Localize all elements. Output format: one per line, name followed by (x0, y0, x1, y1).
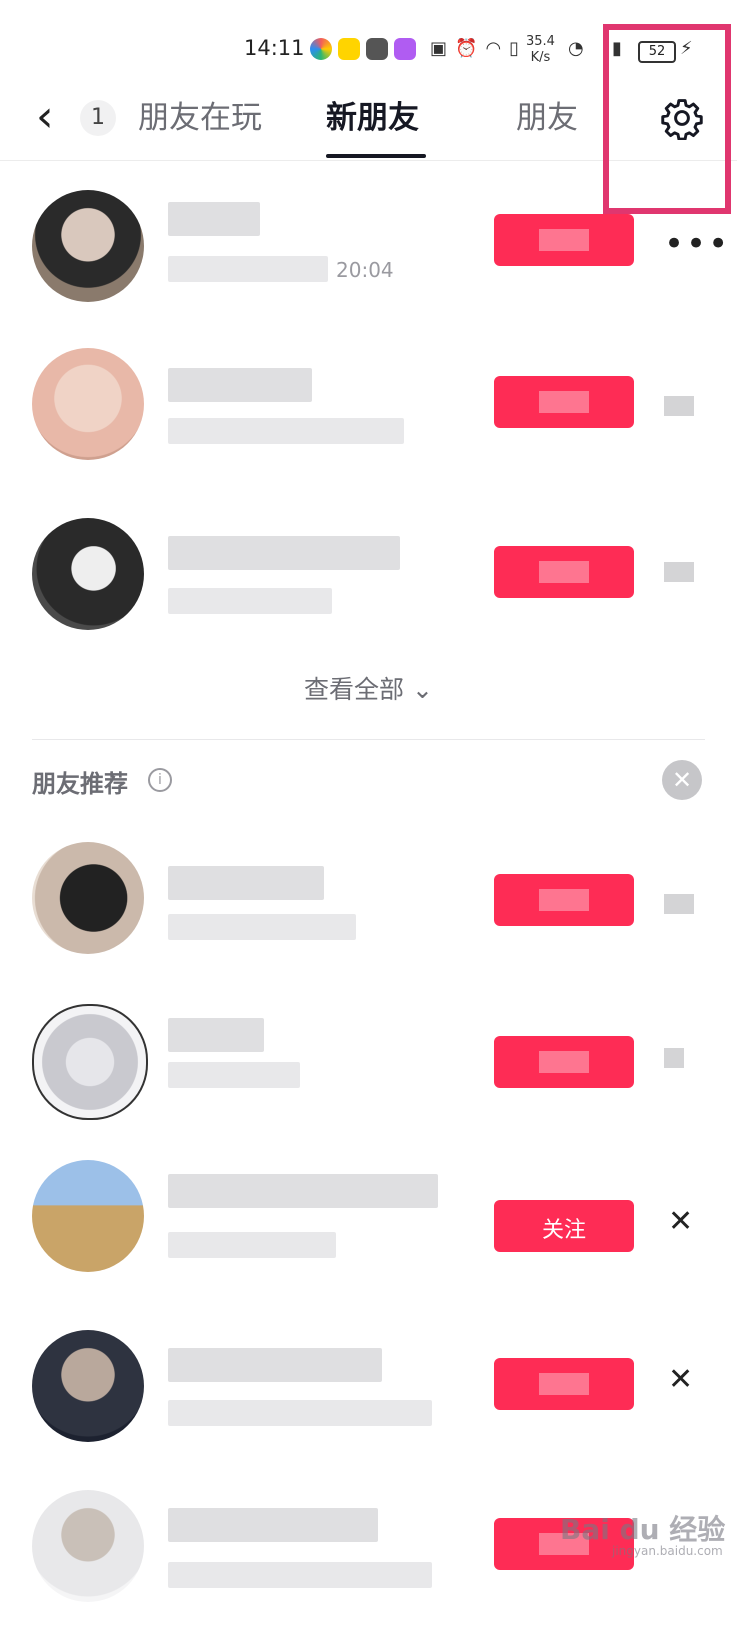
more-icon[interactable] (664, 396, 694, 416)
close-icon[interactable]: ✕ (668, 1362, 693, 1397)
follow-button[interactable] (494, 376, 634, 428)
wifi-icon: ◔ (568, 38, 584, 59)
app-icon (394, 38, 416, 60)
list-item[interactable] (0, 832, 737, 982)
follow-button[interactable] (494, 214, 634, 266)
follow-button[interactable] (494, 1358, 634, 1410)
nfc-icon: ▣ (430, 38, 448, 59)
avatar[interactable] (32, 518, 144, 630)
avatar[interactable] (32, 1490, 144, 1602)
section-title: 朋友推荐 (32, 770, 128, 798)
tab-friends-playing[interactable]: 朋友在玩 (138, 98, 262, 138)
app-icon (366, 38, 388, 60)
user-name (168, 866, 324, 900)
avatar[interactable] (32, 190, 144, 302)
list-item[interactable]: ✕ (0, 1318, 737, 1468)
user-name (168, 536, 400, 570)
avatar[interactable] (32, 1160, 144, 1272)
section-divider (32, 739, 705, 740)
user-name (168, 1508, 378, 1542)
headphones-icon: ◠ (485, 38, 502, 59)
avatar[interactable] (32, 1004, 148, 1120)
chevron-down-icon: ⌄ (412, 675, 433, 704)
more-icon[interactable] (664, 562, 694, 582)
watermark-url: jingyan.baidu.com (612, 1544, 723, 1558)
list-item[interactable] (0, 506, 737, 656)
user-name (168, 368, 312, 402)
user-subtitle (168, 1062, 300, 1088)
follow-button[interactable] (494, 546, 634, 598)
user-name (168, 1018, 264, 1052)
close-icon[interactable]: ✕ (662, 760, 702, 800)
status-system-icons: ▣ ⏰ ◠ ▯ (430, 38, 519, 60)
follow-button[interactable] (494, 1036, 634, 1088)
network-speed-unit: K/s (530, 50, 551, 65)
user-subtitle (168, 1562, 432, 1588)
see-all-link[interactable]: 查看全部 ⌄ (0, 670, 737, 706)
follow-button[interactable] (494, 874, 634, 926)
tab-new-friends[interactable]: 新朋友 (326, 98, 419, 138)
close-icon[interactable]: ✕ (668, 1204, 693, 1239)
user-name (168, 1174, 438, 1208)
user-subtitle (168, 914, 356, 940)
status-time: 14:11 (244, 36, 305, 60)
active-tab-indicator (326, 154, 426, 158)
alarm-icon: ⏰ (455, 38, 478, 59)
status-app-icons (310, 38, 416, 60)
user-subtitle (168, 1232, 336, 1258)
dismiss-button[interactable] (664, 1048, 684, 1068)
follow-button[interactable]: 关注 (494, 1200, 634, 1252)
follow-button-label: 关注 (541, 1218, 586, 1243)
unread-badge[interactable]: 1 (80, 100, 116, 136)
avatar[interactable] (32, 348, 144, 460)
more-icon[interactable]: ••• (664, 224, 730, 264)
watermark: Bai du 经验 (560, 1513, 726, 1546)
dismiss-button[interactable] (664, 894, 694, 914)
see-all-label: 查看全部 (304, 675, 405, 704)
network-speed-value: 35.4 (526, 34, 555, 49)
network-speed: 35.4 K/s (526, 34, 555, 66)
app-icon (310, 38, 332, 60)
list-item[interactable] (0, 992, 737, 1142)
avatar[interactable] (32, 842, 144, 954)
info-icon[interactable]: i (148, 768, 172, 792)
user-subtitle (168, 588, 332, 614)
user-subtitle (168, 1400, 432, 1426)
back-icon[interactable]: ‹ (36, 92, 54, 142)
user-name (168, 1348, 382, 1382)
tab-friends[interactable]: 朋友 (516, 98, 578, 138)
avatar[interactable] (32, 1330, 144, 1442)
message-time: 20:04 (336, 258, 394, 282)
list-item[interactable]: 关注 ✕ (0, 1152, 737, 1302)
device-battery-icon: ▯ (509, 38, 520, 59)
user-subtitle (168, 418, 404, 444)
user-subtitle (168, 256, 328, 282)
user-name (168, 202, 260, 236)
app-icon (338, 38, 360, 60)
list-item[interactable] (0, 338, 737, 488)
list-item[interactable]: 20:04 ••• (0, 180, 737, 330)
